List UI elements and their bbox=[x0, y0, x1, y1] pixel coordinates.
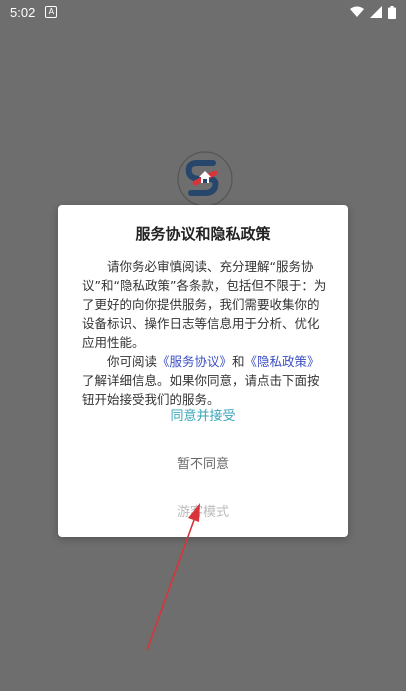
app-screen: 5:02 A 服务协议和隐私政策 请你务必审慎阅读、充分理解“服务协议”和“隐私… bbox=[0, 0, 406, 691]
paragraph-2-and: 和 bbox=[232, 354, 245, 369]
status-time: 5:02 bbox=[10, 4, 36, 20]
privacy-dialog: 服务协议和隐私政策 请你务必审慎阅读、充分理解“服务协议”和“隐私政策”各条款，… bbox=[58, 205, 348, 537]
service-agreement-link[interactable]: 《服务协议》 bbox=[157, 354, 232, 369]
privacy-policy-link[interactable]: 《隐私政策》 bbox=[245, 354, 320, 369]
status-right bbox=[350, 5, 396, 19]
status-left: 5:02 A bbox=[10, 4, 58, 20]
wifi-icon bbox=[350, 6, 364, 17]
dialog-paragraph-1: 请你务必审慎阅读、充分理解“服务协议”和“隐私政策”各条款，包括但不限于：为了更… bbox=[82, 259, 327, 350]
guest-mode-button[interactable]: 游客模式 bbox=[58, 501, 348, 520]
dialog-paragraph-2: 你可阅读《服务协议》和《隐私政策》了解详细信息。如果你同意，请点击下面按钮开始接… bbox=[82, 352, 328, 409]
disagree-button[interactable]: 暂不同意 bbox=[58, 453, 348, 472]
paragraph-2-suffix: 了解详细信息。如果你同意，请点击下面按钮开始接受我们的服务。 bbox=[82, 373, 320, 407]
notification-a-icon: A bbox=[45, 6, 58, 18]
paragraph-2-prefix: 你可阅读 bbox=[107, 354, 158, 369]
status-bar: 5:02 A bbox=[0, 0, 406, 24]
app-logo-icon bbox=[177, 151, 233, 207]
battery-icon bbox=[388, 5, 396, 19]
agree-button[interactable]: 同意并接受 bbox=[58, 405, 348, 424]
dialog-body: 请你务必审慎阅读、充分理解“服务协议”和“隐私政策”各条款，包括但不限于：为了更… bbox=[82, 257, 328, 409]
signal-icon bbox=[370, 6, 382, 18]
dialog-title: 服务协议和隐私政策 bbox=[135, 225, 271, 243]
